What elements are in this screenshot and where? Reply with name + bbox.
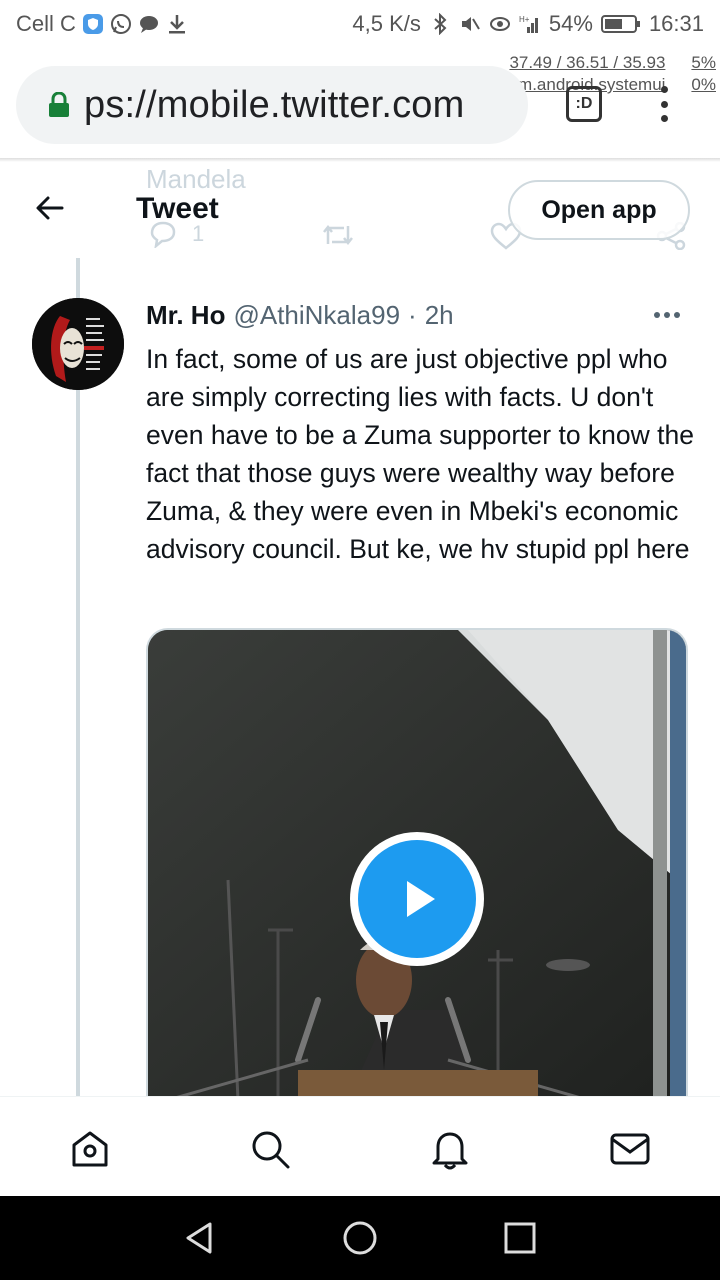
play-icon (407, 881, 435, 917)
avatar[interactable] (32, 298, 124, 390)
tweet-text: In fact, some of us are just objective p… (146, 344, 694, 564)
ghost-retweet-icon (323, 224, 353, 246)
url-bar[interactable]: ps://mobile.twitter.com (16, 66, 528, 144)
eye-comfort-icon (489, 17, 510, 31)
system-navigation-bar (0, 1196, 720, 1280)
message-icon (139, 16, 158, 33)
signal-icon: H+ (519, 15, 538, 33)
back-arrow-icon[interactable] (34, 192, 66, 224)
battery-percent: 54% (548, 11, 593, 36)
more-options-icon[interactable] (654, 312, 680, 318)
bluetooth-icon (434, 13, 447, 35)
home-icon[interactable] (68, 1127, 112, 1171)
author-name[interactable]: Mr. Ho (146, 300, 225, 331)
overlay-process-pct: 0% (691, 75, 716, 94)
url-text[interactable]: ps://mobile.twitter.com (84, 84, 465, 127)
clock: 16:31 (648, 11, 704, 36)
tweet-meta: Mr. Ho @AthiNkala99 · 2h (146, 300, 454, 331)
svg-text:H+: H+ (519, 15, 530, 24)
play-button[interactable] (350, 832, 484, 966)
system-home-icon[interactable] (342, 1220, 378, 1256)
system-recents-icon[interactable] (502, 1220, 538, 1256)
search-icon[interactable] (248, 1127, 292, 1171)
avatar-image (32, 298, 124, 390)
mute-icon (461, 17, 480, 31)
author-handle[interactable]: @AthiNkala99 (233, 300, 400, 331)
overlay-fps-pct: 5% (691, 53, 716, 72)
open-app-button[interactable]: Open app (508, 180, 690, 240)
overlay-fps: 37.49 / 36.51 / 35.93 (509, 53, 666, 72)
network-speed: 4,5 K/s (352, 11, 421, 36)
carrier-label: Cell C (16, 11, 76, 36)
download-icon (168, 15, 185, 34)
bottom-navigation (0, 1096, 720, 1196)
whatsapp-icon (110, 14, 131, 34)
mail-icon[interactable] (608, 1127, 652, 1171)
status-bar: Cell C 4,5 K/s H+ 54% 16:31 (0, 0, 720, 50)
meta-separator: · (408, 300, 417, 330)
page-title: Tweet (136, 192, 219, 225)
battery-icon (600, 15, 640, 33)
shield-app-icon (82, 14, 103, 34)
system-back-icon[interactable] (182, 1220, 218, 1256)
bell-icon[interactable] (428, 1127, 472, 1171)
browser-menu-icon[interactable] (656, 86, 672, 122)
ghost-author-name: Mandela (146, 164, 246, 194)
lock-icon (49, 92, 69, 117)
tab-switcher-button[interactable]: :D (566, 86, 602, 122)
tweet-header: Mandela 1 Tweet Open app (0, 162, 720, 258)
tweet-time[interactable]: 2h (425, 300, 454, 331)
debug-overlay: 37.49 / 36.51 / 35.93 5% com.android.syst… (500, 52, 716, 96)
